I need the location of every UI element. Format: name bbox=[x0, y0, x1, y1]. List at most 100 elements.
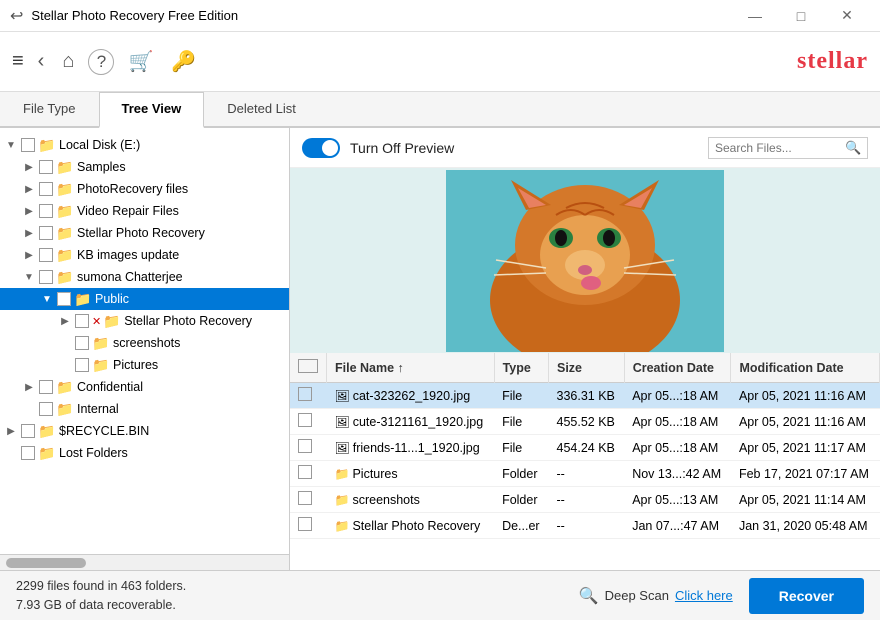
table-row[interactable]: 📁Pictures Folder -- Nov 13...:42 AM Feb … bbox=[290, 461, 880, 487]
row-checkbox-cell[interactable] bbox=[290, 487, 327, 513]
tree-checkbox[interactable] bbox=[21, 446, 35, 460]
row-checkbox-cell[interactable] bbox=[290, 383, 327, 409]
row-checkbox-cell[interactable] bbox=[290, 409, 327, 435]
row-size: -- bbox=[549, 513, 625, 539]
tree-item[interactable]: 📁 Internal bbox=[0, 398, 289, 420]
tab-deleted-list[interactable]: Deleted List bbox=[204, 92, 319, 126]
tree-checkbox[interactable] bbox=[21, 138, 35, 152]
home-button[interactable]: ⌂ bbox=[58, 46, 78, 77]
header-checkbox[interactable] bbox=[298, 359, 318, 373]
expand-icon[interactable]: ▶ bbox=[22, 250, 36, 261]
row-checkbox-cell[interactable] bbox=[290, 435, 327, 461]
tree-item[interactable]: ▶ 📁 Stellar Photo Recovery bbox=[0, 222, 289, 244]
tree-checkbox[interactable] bbox=[39, 160, 53, 174]
tree-container[interactable]: ▼ 📁 Local Disk (E:) ▶ 📁 Samples ▶ 📁 Phot… bbox=[0, 128, 289, 554]
click-here-link[interactable]: Click here bbox=[675, 588, 733, 603]
row-creation: Apr 05...:13 AM bbox=[624, 487, 731, 513]
tree-label: sumona Chatterjee bbox=[77, 270, 183, 284]
tree-item-public[interactable]: ▼ 📁 Public bbox=[0, 288, 289, 310]
col-header-filename[interactable]: File Name ↑ bbox=[327, 353, 495, 383]
left-panel: ▼ 📁 Local Disk (E:) ▶ 📁 Samples ▶ 📁 Phot… bbox=[0, 128, 290, 570]
cart-button[interactable]: 🛒 bbox=[124, 45, 157, 78]
tree-checkbox[interactable] bbox=[21, 424, 35, 438]
expand-icon[interactable]: ▶ bbox=[22, 382, 36, 393]
folder-icon: 📁 bbox=[56, 401, 74, 418]
tree-label: Pictures bbox=[113, 358, 158, 372]
table-row[interactable]: 🖼friends-11...1_1920.jpg File 454.24 KB … bbox=[290, 435, 880, 461]
tree-item[interactable]: ▶ 📁 Samples bbox=[0, 156, 289, 178]
expand-icon[interactable]: ▼ bbox=[4, 140, 18, 151]
preview-image-area bbox=[290, 168, 880, 353]
folder-icon: 📁 bbox=[38, 137, 56, 154]
tree-item[interactable]: 📁 Lost Folders bbox=[0, 442, 289, 464]
back-button[interactable]: ‹ bbox=[34, 46, 49, 77]
table-row[interactable]: 📁screenshots Folder -- Apr 05...:13 AM A… bbox=[290, 487, 880, 513]
minimize-button[interactable]: — bbox=[732, 0, 778, 32]
search-input[interactable] bbox=[715, 141, 845, 155]
key-button[interactable]: 🔑 bbox=[167, 45, 200, 78]
tree-item[interactable]: ▼ 📁 Local Disk (E:) bbox=[0, 134, 289, 156]
col-header-modification[interactable]: Modification Date bbox=[731, 353, 880, 383]
tab-file-type[interactable]: File Type bbox=[0, 92, 99, 126]
tree-item[interactable]: ▼ 📁 sumona Chatterjee bbox=[0, 266, 289, 288]
col-header-type[interactable]: Type bbox=[494, 353, 548, 383]
col-header-size[interactable]: Size bbox=[549, 353, 625, 383]
tree-item[interactable]: ▶ 📁 Video Repair Files bbox=[0, 200, 289, 222]
tree-item[interactable]: 📁 screenshots bbox=[0, 332, 289, 354]
tree-checkbox[interactable] bbox=[39, 226, 53, 240]
tree-item[interactable]: ▶ 📁 PhotoRecovery files bbox=[0, 178, 289, 200]
tree-checkbox[interactable] bbox=[75, 358, 89, 372]
expand-icon[interactable]: ▶ bbox=[22, 162, 36, 173]
col-header-check[interactable] bbox=[290, 353, 327, 383]
scrollbar-thumb[interactable] bbox=[6, 558, 86, 568]
recover-button[interactable]: Recover bbox=[749, 578, 864, 614]
row-checkbox-cell[interactable] bbox=[290, 461, 327, 487]
expand-icon[interactable]: ▶ bbox=[58, 316, 72, 327]
tree-label: Stellar Photo Recovery bbox=[124, 314, 252, 328]
tree-item[interactable]: ▶ ✕ 📁 Stellar Photo Recovery bbox=[0, 310, 289, 332]
tree-checkbox[interactable] bbox=[39, 204, 53, 218]
expand-icon[interactable]: ▼ bbox=[22, 272, 36, 283]
help-button[interactable]: ? bbox=[88, 49, 114, 75]
close-button[interactable]: ✕ bbox=[824, 0, 870, 32]
preview-label: Turn Off Preview bbox=[350, 140, 454, 156]
file-list[interactable]: File Name ↑ Type Size Creation Date Modi… bbox=[290, 353, 880, 570]
folder-icon: 📁 bbox=[92, 357, 110, 374]
tree-checkbox[interactable] bbox=[39, 248, 53, 262]
row-checkbox-cell[interactable] bbox=[290, 513, 327, 539]
title-bar-controls: — □ ✕ bbox=[732, 0, 870, 32]
tree-item[interactable]: ▶ 📁 $RECYCLE.BIN bbox=[0, 420, 289, 442]
title-bar-title: Stellar Photo Recovery Free Edition bbox=[31, 8, 238, 23]
tree-item[interactable]: 📁 Pictures bbox=[0, 354, 289, 376]
row-creation: Apr 05...:18 AM bbox=[624, 409, 731, 435]
preview-toggle[interactable] bbox=[302, 138, 340, 158]
search-icon[interactable]: 🔍 bbox=[845, 140, 861, 156]
expand-icon[interactable]: ▶ bbox=[22, 206, 36, 217]
tree-checkbox[interactable] bbox=[39, 182, 53, 196]
tree-checkbox[interactable] bbox=[39, 270, 53, 284]
col-header-creation[interactable]: Creation Date bbox=[624, 353, 731, 383]
folder-icon: 📁 bbox=[56, 159, 74, 176]
expand-icon[interactable]: ▼ bbox=[40, 294, 54, 305]
maximize-button[interactable]: □ bbox=[778, 0, 824, 32]
tree-item[interactable]: ▶ 📁 KB images update bbox=[0, 244, 289, 266]
expand-icon[interactable]: ▶ bbox=[22, 184, 36, 195]
table-row[interactable]: 🖼cute-3121161_1920.jpg File 455.52 KB Ap… bbox=[290, 409, 880, 435]
tree-label: PhotoRecovery files bbox=[77, 182, 188, 196]
tab-tree-view[interactable]: Tree View bbox=[99, 92, 205, 128]
status-line2: 7.93 GB of data recoverable. bbox=[16, 596, 579, 615]
tree-checkbox[interactable] bbox=[39, 380, 53, 394]
file-type-icon: 🖼 bbox=[335, 415, 350, 429]
tree-checkbox[interactable] bbox=[57, 292, 71, 306]
expand-icon[interactable]: ▶ bbox=[22, 228, 36, 239]
tree-item[interactable]: ▶ 📁 Confidential bbox=[0, 376, 289, 398]
tree-checkbox[interactable] bbox=[75, 336, 89, 350]
tree-checkbox[interactable] bbox=[39, 402, 53, 416]
hamburger-button[interactable]: ≡ bbox=[12, 50, 24, 73]
table-row[interactable]: 🖼cat-323262_1920.jpg File 336.31 KB Apr … bbox=[290, 383, 880, 409]
title-bar: ↩ Stellar Photo Recovery Free Edition — … bbox=[0, 0, 880, 32]
table-row[interactable]: 📁Stellar Photo Recovery De...er -- Jan 0… bbox=[290, 513, 880, 539]
horizontal-scrollbar[interactable] bbox=[0, 554, 289, 570]
expand-icon[interactable]: ▶ bbox=[4, 426, 18, 437]
tree-checkbox[interactable] bbox=[75, 314, 89, 328]
